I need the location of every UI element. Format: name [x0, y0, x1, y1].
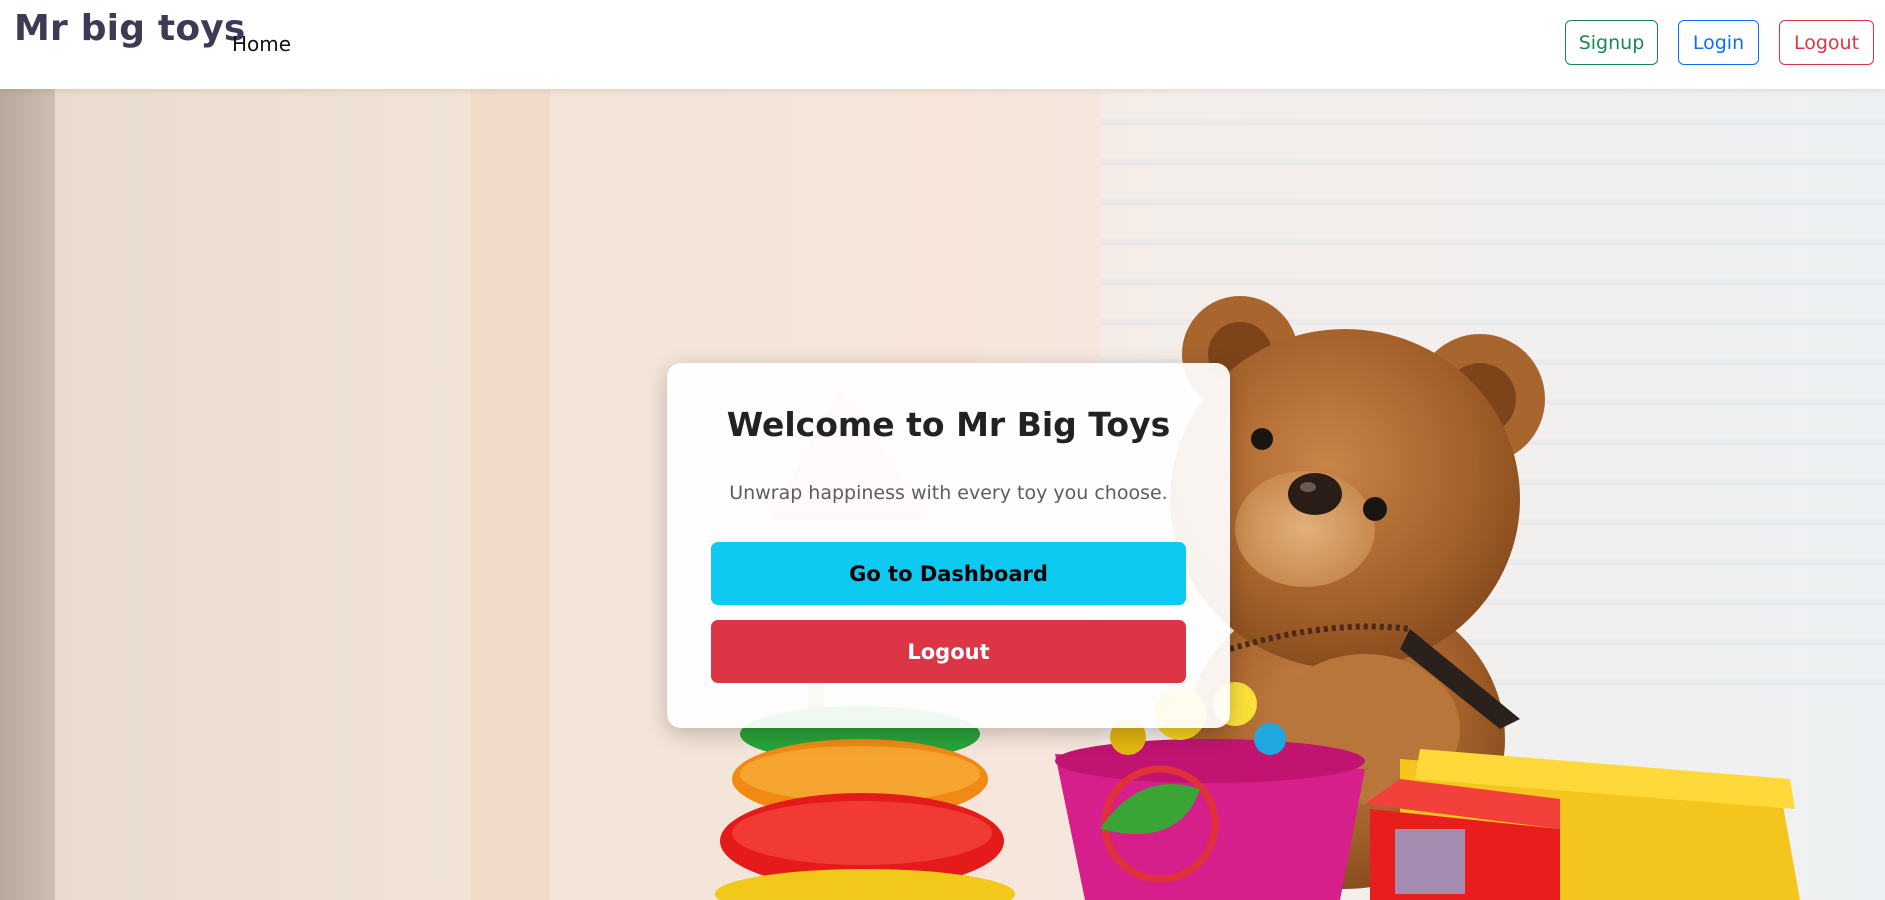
brand-logo[interactable]: Mr big toys: [14, 8, 246, 49]
welcome-title: Welcome to Mr Big Toys: [726, 405, 1171, 444]
welcome-subtitle: Unwrap happiness with every toy you choo…: [729, 482, 1168, 504]
nav-link-home[interactable]: Home: [232, 32, 291, 56]
signup-button[interactable]: Signup: [1565, 20, 1658, 65]
card-logout-button[interactable]: Logout: [711, 620, 1186, 683]
welcome-card: Welcome to Mr Big Toys Unwrap happiness …: [667, 363, 1230, 728]
navbar: Mr big toys Home Signup Login Logout: [0, 0, 1885, 89]
login-button[interactable]: Login: [1678, 20, 1759, 65]
nav-logout-button[interactable]: Logout: [1779, 20, 1874, 65]
go-to-dashboard-button[interactable]: Go to Dashboard: [711, 542, 1186, 605]
